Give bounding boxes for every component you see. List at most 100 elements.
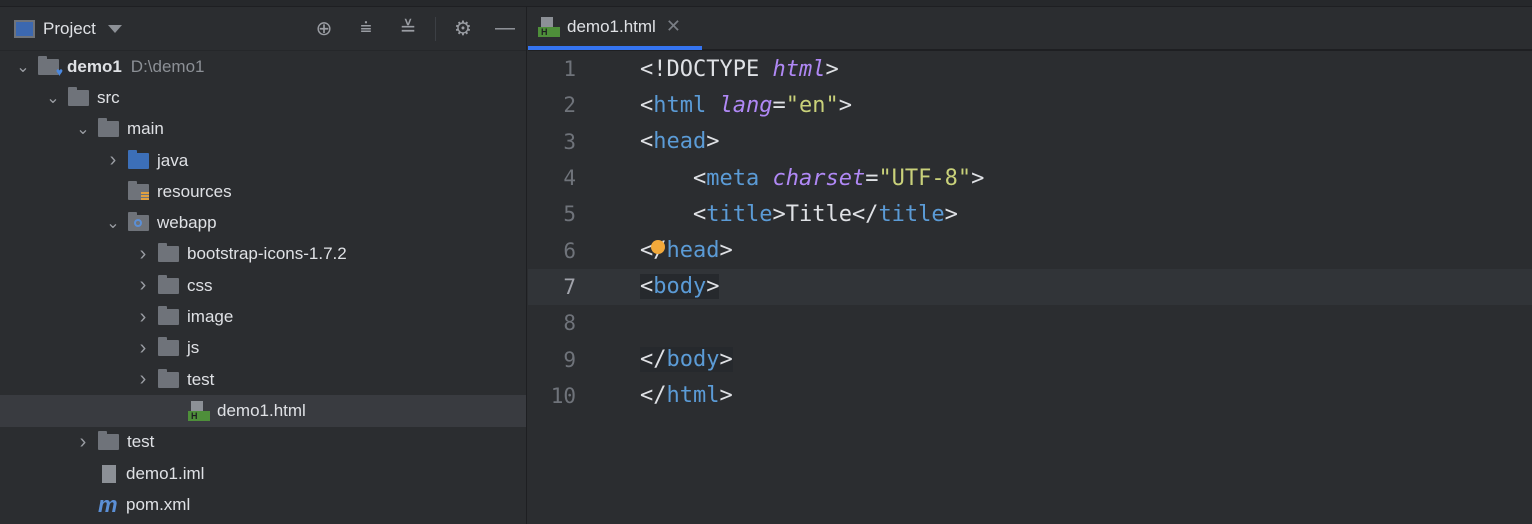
minimize-icon[interactable]: — — [484, 17, 526, 40]
tree-item[interactable]: › java — [0, 145, 526, 176]
project-window-icon — [14, 19, 35, 38]
tree-item[interactable]: › js — [0, 333, 526, 364]
tree-item[interactable]: demo1.iml — [0, 458, 526, 489]
folder-icon — [158, 337, 179, 357]
code-line[interactable]: 4 <meta charset="UTF-8"> — [528, 160, 1532, 196]
tab-demo1-html[interactable]: H demo1.html ✕ — [528, 7, 702, 50]
tree-item-label: main — [127, 119, 164, 139]
code-text: <!DOCTYPE html> — [640, 56, 839, 82]
chevron-down-icon[interactable]: ⌄ — [44, 88, 62, 108]
tree-item[interactable]: ⌄ webapp — [0, 207, 526, 238]
tree-item-label: demo1 — [67, 56, 122, 76]
code-text: <head> — [640, 129, 720, 155]
folder-icon — [158, 306, 179, 326]
tree-item[interactable]: m pom.xml — [0, 489, 526, 520]
folder-icon — [98, 118, 119, 138]
chevron-right-icon[interactable]: › — [74, 431, 92, 454]
close-icon[interactable]: ✕ — [666, 16, 681, 37]
dropdown-arrow-icon[interactable] — [107, 24, 122, 33]
chevron-right-icon[interactable]: › — [134, 274, 152, 297]
chevron-right-icon[interactable]: › — [134, 337, 152, 360]
tree-item[interactable]: › test — [0, 364, 526, 395]
tree-item[interactable]: › css — [0, 270, 526, 301]
folder-icon — [128, 149, 149, 169]
tree-item[interactable]: ⌄ main — [0, 114, 526, 145]
web-folder-icon — [128, 212, 149, 232]
tree-item-label: js — [187, 338, 200, 358]
line-number: 3 — [563, 129, 576, 154]
gear-icon[interactable]: ⚙ — [442, 16, 484, 41]
editor-tabs: H demo1.html ✕ — [528, 7, 1532, 50]
code-line[interactable]: 5 <title>Title</title> — [528, 196, 1532, 232]
chevron-right-icon[interactable]: › — [134, 368, 152, 391]
title-bar — [0, 0, 1532, 7]
line-number: 4 — [563, 166, 576, 191]
project-view-selector[interactable]: Project — [43, 19, 96, 39]
code-line[interactable]: 3 <head> — [528, 124, 1532, 160]
code-text: <body> — [640, 274, 720, 300]
tab-label: demo1.html — [567, 16, 656, 36]
line-number: 6 — [563, 238, 576, 263]
folder-icon — [158, 243, 179, 263]
code-text: <meta charset="UTF-8"> — [640, 165, 985, 191]
tree-item-label: image — [187, 307, 234, 327]
module-folder-icon: ♥ — [38, 55, 63, 79]
project-tree: ⌄ ♥ demo1 D:\demo1 ⌄ src ⌄ main › java resources ⌄ w… — [0, 51, 526, 520]
chevron-down-icon[interactable]: ⌄ — [14, 57, 32, 77]
line-number: 8 — [563, 311, 576, 336]
code-line[interactable]: 2 <html lang="en"> — [528, 87, 1532, 123]
tree-item-label: css — [187, 275, 213, 295]
folder-icon — [68, 86, 89, 106]
tree-item[interactable]: › bootstrap-icons-1.7.2 — [0, 239, 526, 270]
editor: H demo1.html ✕ 1 <!DOCTYPE html> 2 <html la… — [528, 7, 1532, 524]
code-text: <html lang="en"> — [640, 92, 852, 118]
code-line[interactable]: 9 </body> — [528, 341, 1532, 377]
html-file-icon: H — [538, 16, 560, 37]
module-path: D:\demo1 — [130, 56, 205, 76]
tree-item[interactable]: ⌄ src — [0, 82, 526, 113]
code-line[interactable]: 1 <!DOCTYPE html> — [528, 51, 1532, 87]
iml-file-icon — [102, 464, 116, 483]
project-panel-header: Project ⊕ ⩧ ≚ ⚙ — — [0, 7, 526, 51]
tree-item-label: test — [127, 432, 155, 452]
divider — [435, 16, 436, 41]
chevron-right-icon[interactable]: › — [104, 149, 122, 172]
locate-icon[interactable]: ⊕ — [303, 16, 345, 41]
line-number: 7 — [563, 274, 576, 299]
line-number: 2 — [563, 93, 576, 118]
tree-item-label: demo1.html — [217, 400, 306, 420]
code-line[interactable]: 10 </html> — [528, 378, 1532, 414]
resources-folder-icon — [128, 180, 149, 200]
code-area[interactable]: 1 <!DOCTYPE html> 2 <html lang="en"> 3 <head>… — [528, 51, 1532, 524]
tree-item[interactable]: ⌄ ♥ demo1 D:\demo1 — [0, 51, 526, 82]
tree-item-label: src — [97, 87, 120, 107]
code-line[interactable]: 8 — [528, 305, 1532, 341]
collapse-all-icon[interactable]: ≚ — [387, 16, 429, 41]
code-text: </body> — [640, 347, 733, 373]
code-line[interactable]: 7 <body> — [528, 268, 1532, 306]
chevron-down-icon[interactable]: ⌄ — [74, 119, 92, 139]
expand-all-icon[interactable]: ⩧ — [345, 17, 387, 40]
code-text: </html> — [640, 383, 733, 409]
tree-item[interactable]: › test — [0, 427, 526, 458]
chevron-right-icon[interactable]: › — [134, 243, 152, 266]
html-file-icon: H — [188, 400, 210, 421]
tree-item-label: webapp — [157, 213, 217, 233]
maven-icon: m — [98, 491, 118, 517]
line-number: 1 — [563, 57, 576, 82]
code-line[interactable]: 6</head> — [528, 232, 1532, 268]
tree-item[interactable]: › image — [0, 301, 526, 332]
tree-item-label: java — [157, 150, 189, 170]
tree-item-label: pom.xml — [126, 494, 191, 514]
tree-item-label: demo1.iml — [126, 463, 205, 483]
tree-item[interactable]: resources — [0, 176, 526, 207]
code-text: <title>Title</title> — [640, 201, 958, 227]
tree-item[interactable]: Hdemo1.html — [0, 395, 526, 427]
line-number: 9 — [563, 347, 576, 372]
tree-item-label: bootstrap-icons-1.7.2 — [187, 244, 347, 264]
chevron-right-icon[interactable]: › — [134, 306, 152, 329]
tree-item-label: resources — [157, 181, 232, 201]
chevron-down-icon[interactable]: ⌄ — [104, 213, 122, 233]
project-panel: Project ⊕ ⩧ ≚ ⚙ — ⌄ ♥ demo1 D:\demo1 ⌄ src ⌄ ma… — [0, 7, 527, 524]
folder-icon — [158, 274, 179, 294]
